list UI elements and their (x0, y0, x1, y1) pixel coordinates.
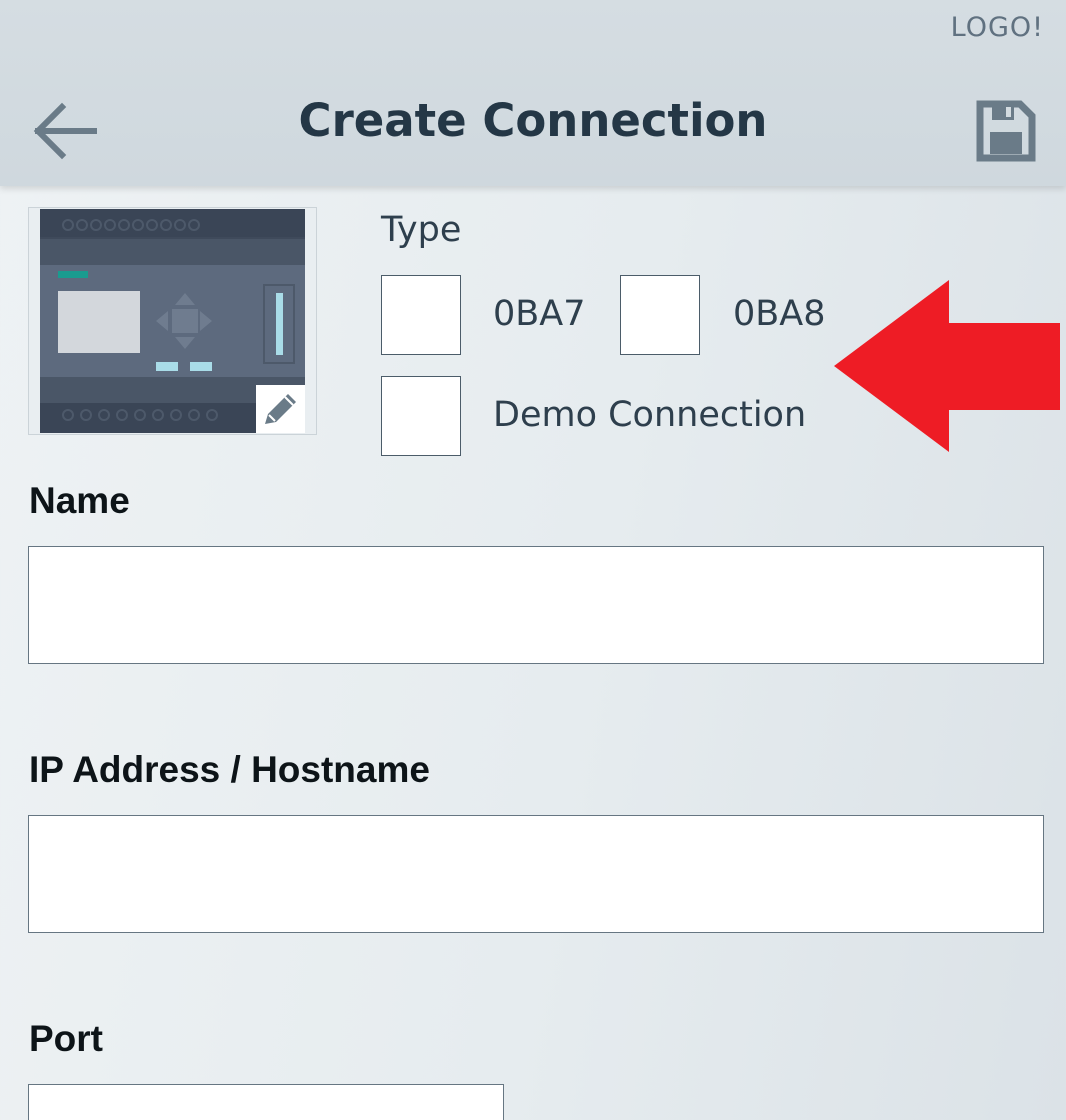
page-title: Create Connection (298, 94, 768, 147)
name-label: Name (29, 480, 130, 521)
ip-address-input[interactable] (28, 815, 1044, 933)
floppy-disk-icon (976, 100, 1036, 162)
save-button[interactable] (976, 100, 1036, 162)
option-label-demo-connection: Demo Connection (493, 395, 807, 435)
device-image-card[interactable] (28, 207, 317, 435)
name-input[interactable] (28, 546, 1044, 664)
brand-logo-text: LOGO! (950, 12, 1044, 43)
app-bar: LOGO! Create Connection (0, 0, 1066, 186)
port-label: Port (29, 1018, 103, 1059)
edit-image-button[interactable] (256, 385, 305, 433)
ip-address-label: IP Address / Hostname (29, 749, 430, 790)
option-label-0ba7: 0BA7 (493, 294, 586, 334)
red-arrow-left-icon (834, 280, 1060, 452)
pencil-icon (265, 394, 296, 424)
option-label-0ba8: 0BA8 (733, 294, 826, 334)
checkbox-0ba7[interactable] (381, 275, 461, 355)
port-input[interactable] (28, 1084, 504, 1120)
checkbox-demo-connection[interactable] (381, 376, 461, 456)
checkbox-0ba8[interactable] (620, 275, 700, 355)
type-label: Type (381, 210, 462, 250)
